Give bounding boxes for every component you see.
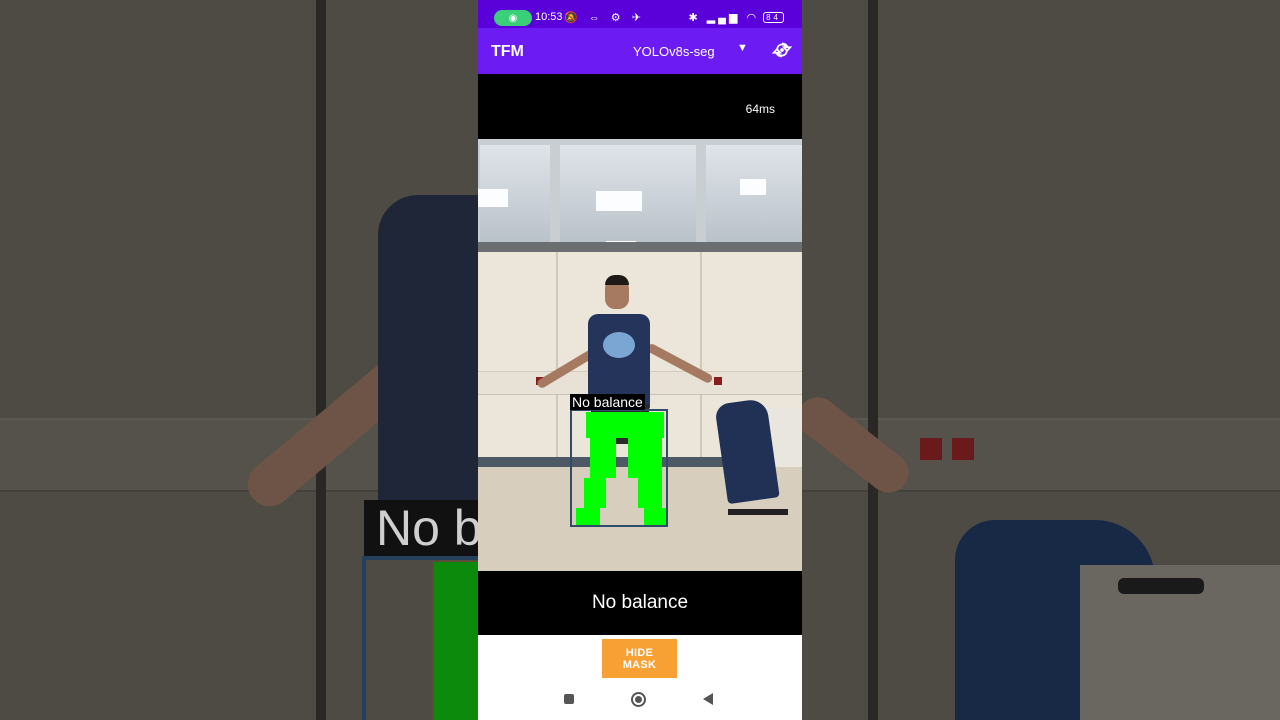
status-time: 10:53 (535, 11, 563, 23)
inference-info-area: 64ms (478, 74, 802, 139)
shirt-print (603, 332, 635, 358)
bg-shirt (378, 195, 478, 525)
switch-camera-icon[interactable] (771, 39, 793, 61)
wall-seam (700, 252, 702, 462)
chair-base (728, 509, 788, 515)
ceiling-light (478, 189, 508, 207)
result-panel: No balance (478, 571, 802, 635)
back-icon[interactable] (703, 693, 713, 705)
status-notification-icons: 🔕 ⇔ ⚙ ✈ (564, 12, 645, 24)
bg-socket (920, 438, 942, 460)
bg-pole-right (868, 0, 878, 720)
wall-trim (478, 242, 802, 252)
signal-wifi-icons: ✱ ▂▄▆ ◠ (688, 12, 760, 24)
status-bar: ◉ 10:53 🔕 ⇔ ⚙ ✈ ✱ ▂▄▆ ◠ 84 (478, 0, 802, 28)
detection-box (570, 409, 668, 527)
app-bar: TFM YOLOv8s-seg ▼ (478, 28, 802, 74)
ceiling-light (596, 191, 642, 211)
app-title: TFM (491, 43, 524, 60)
camera-preview: No balance (478, 139, 802, 571)
status-system-icons: ✱ ▂▄▆ ◠ 84 (688, 11, 784, 24)
window-pane (706, 145, 802, 245)
outlet (714, 377, 722, 385)
camera-icon: ◉ (508, 12, 518, 24)
bg-detection-box (362, 556, 478, 720)
balance-result: No balance (591, 592, 689, 613)
hide-mask-button[interactable]: HIDE MASK (602, 639, 677, 678)
bg-pole-left (316, 0, 326, 720)
screen-record-indicator[interactable]: ◉ (494, 10, 532, 26)
recents-icon[interactable] (564, 694, 574, 704)
wall-seam (556, 252, 558, 462)
battery-icon: 84 (763, 12, 784, 23)
home-icon-dot (635, 696, 642, 703)
bg-remote (1118, 578, 1204, 594)
chevron-down-icon[interactable]: ▼ (737, 42, 748, 54)
bottom-controls: HIDE MASK (478, 635, 802, 720)
bg-socket (952, 438, 974, 460)
ceiling-light (740, 179, 766, 195)
model-select[interactable]: YOLOv8s-seg (633, 44, 715, 59)
inference-latency: 64ms (745, 102, 775, 116)
phone-screen: ◉ 10:53 🔕 ⇔ ⚙ ✈ ✱ ▂▄▆ ◠ 84 TFM YOLOv8s-s… (478, 0, 802, 720)
person-hair (605, 275, 629, 285)
bg-detection-label: No b (364, 500, 490, 556)
detection-label: No balance (570, 394, 645, 410)
